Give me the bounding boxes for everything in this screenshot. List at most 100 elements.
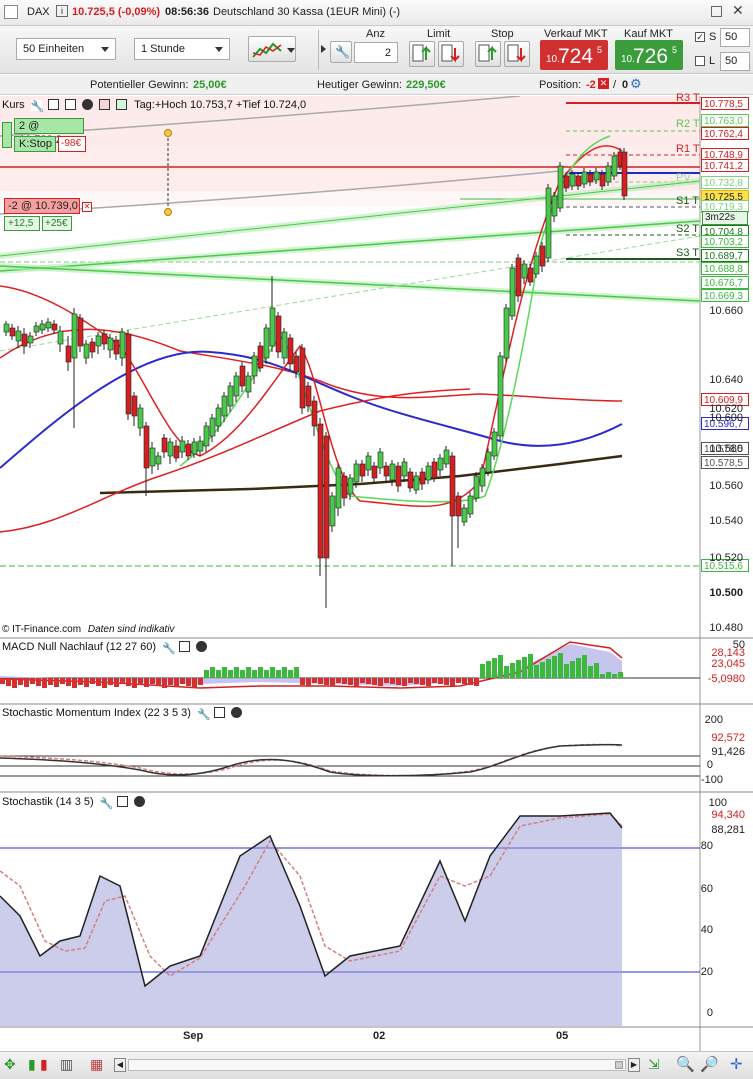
zoom-in-icon[interactable]: 🔍 [676, 1055, 695, 1073]
macd-bar [540, 662, 545, 678]
s-checkbox[interactable]: ✓ [695, 32, 705, 42]
l-label: L [709, 55, 716, 67]
candle-icon[interactable]: ▮ [28, 1056, 36, 1073]
price-axis-label: 10.660 [709, 305, 743, 317]
candle-body [395, 465, 402, 487]
candle-body [95, 335, 102, 347]
macd-bar [390, 678, 395, 684]
l-checkbox[interactable] [695, 56, 705, 66]
candle-body [317, 423, 324, 559]
limit-sell-button[interactable] [438, 41, 464, 67]
close-icon[interactable] [133, 796, 145, 807]
candle-red-icon[interactable]: ▮ [40, 1056, 48, 1073]
close-icon[interactable] [231, 707, 243, 718]
chart-type-button[interactable] [248, 36, 296, 62]
buy-market-button[interactable]: 10. 726 5 [615, 40, 683, 70]
candle-body [389, 463, 396, 481]
price-tag: 10.676,7 [701, 276, 749, 289]
close-icon[interactable]: ✕ [732, 2, 744, 19]
crosshair-icon[interactable]: ✥ [4, 1056, 16, 1073]
candle-body [149, 447, 156, 467]
macd-bar [366, 678, 371, 684]
chart-type-icon [252, 42, 282, 58]
candle-body [305, 385, 312, 407]
stoch-panel-header: Stochastik (14 3 5) 🔧 [2, 796, 145, 810]
collapse-arrow-icon[interactable] [321, 45, 326, 53]
gain-points: +12,5 [8, 218, 34, 229]
macd-bar [582, 655, 587, 678]
smi-value-1: 92,572 [711, 732, 745, 744]
stop-sell-icon [507, 44, 526, 63]
timer-value: 3m22s [705, 212, 736, 223]
lock-icon[interactable] [64, 99, 76, 110]
close-icon[interactable] [196, 641, 208, 652]
info-icon[interactable]: i [56, 5, 68, 17]
gear-icon[interactable]: ⚙ [630, 76, 642, 92]
position-close-icon[interactable]: ✕ [598, 78, 609, 89]
maximize-icon[interactable] [711, 6, 722, 17]
settings-button[interactable]: 🔧 [330, 41, 352, 63]
candle-body [107, 337, 114, 351]
collapse-tag-icon[interactable] [2, 122, 12, 148]
window-icon[interactable] [214, 707, 226, 718]
horizontal-scrollbar[interactable] [128, 1059, 626, 1071]
anz-input[interactable]: 2 [354, 42, 398, 63]
stop-buy-button[interactable] [475, 41, 501, 67]
macd-bar [192, 678, 197, 688]
expand-icon[interactable]: ✛ [730, 1055, 743, 1073]
wrench-icon[interactable]: 🔧 [197, 708, 211, 721]
stoch-title: Stochastik (14 3 5) [2, 796, 94, 808]
buy-order-tag[interactable]: 2 @ 10.788,2 [14, 118, 84, 146]
scroll-right-icon[interactable]: ▶ [628, 1058, 640, 1072]
position-tag[interactable]: -2 @ 10.739,0 [4, 198, 80, 214]
macd-bar [18, 678, 23, 685]
candle-body [227, 385, 234, 407]
buy-arrow-icon[interactable] [116, 99, 127, 110]
candle-body [461, 507, 468, 523]
price-axis-label: 10.580 [709, 443, 743, 455]
bars-icon[interactable]: ▥ [60, 1056, 73, 1073]
candle-body [9, 327, 16, 337]
candle-body [119, 331, 126, 359]
chart-area[interactable]: Kurs 🔧 Tag:+Hoch 10.753,7 +Tief 10.724,0… [0, 92, 753, 1051]
x-axis-02: 02 [373, 1030, 386, 1042]
macd-bar [444, 678, 449, 685]
candle-body [311, 400, 318, 427]
s-input[interactable]: 50 [720, 28, 750, 47]
price-axis-label: 10.640 [709, 374, 743, 386]
units-select[interactable]: 50 Einheiten [16, 38, 116, 60]
wrench-icon[interactable]: 🔧 [162, 642, 176, 655]
kstop-tag[interactable]: K:Stop [14, 136, 56, 152]
window-icon[interactable] [47, 99, 59, 110]
candle-body [491, 431, 498, 457]
menu-icon[interactable] [4, 5, 18, 19]
close-icon[interactable] [81, 99, 93, 110]
l-input[interactable]: 50 [720, 52, 750, 71]
macd-bar [264, 670, 269, 678]
zoom-out-icon[interactable]: 🔎 [700, 1055, 719, 1073]
limit-buy-button[interactable] [409, 41, 435, 67]
title-bar: DAX i 10.725,5 (-0,09%) 08:56:36 Deutsch… [0, 0, 753, 26]
scrollbar-thumb[interactable] [615, 1061, 623, 1069]
price-axis-label: 10.540 [709, 515, 743, 527]
price-axis-label: 10.600 [709, 412, 743, 424]
macd-bar [42, 678, 47, 688]
fit-icon[interactable]: ⇲ [648, 1056, 660, 1073]
scroll-left-icon[interactable]: ◀ [114, 1058, 126, 1072]
sell-arrow-icon[interactable] [98, 99, 110, 110]
macd-bar [372, 678, 377, 685]
position-close-icon[interactable]: ✕ [82, 202, 92, 212]
interval-select[interactable]: 1 Stunde [134, 38, 230, 60]
macd-bar [186, 678, 191, 686]
macd-bar [210, 667, 215, 678]
window-icon[interactable] [116, 796, 128, 807]
price-tag: 10.688,8 [701, 262, 749, 275]
window-icon[interactable] [179, 641, 191, 652]
wrench-icon[interactable]: 🔧 [30, 100, 44, 113]
pattern-icon[interactable]: ▦ [90, 1056, 103, 1073]
chart-canvas[interactable] [0, 96, 753, 1051]
stop-sell-button[interactable] [504, 41, 530, 67]
wrench-icon[interactable]: 🔧 [99, 797, 113, 810]
sell-market-button[interactable]: 10. 724 5 [540, 40, 608, 70]
candle-body [401, 461, 408, 477]
